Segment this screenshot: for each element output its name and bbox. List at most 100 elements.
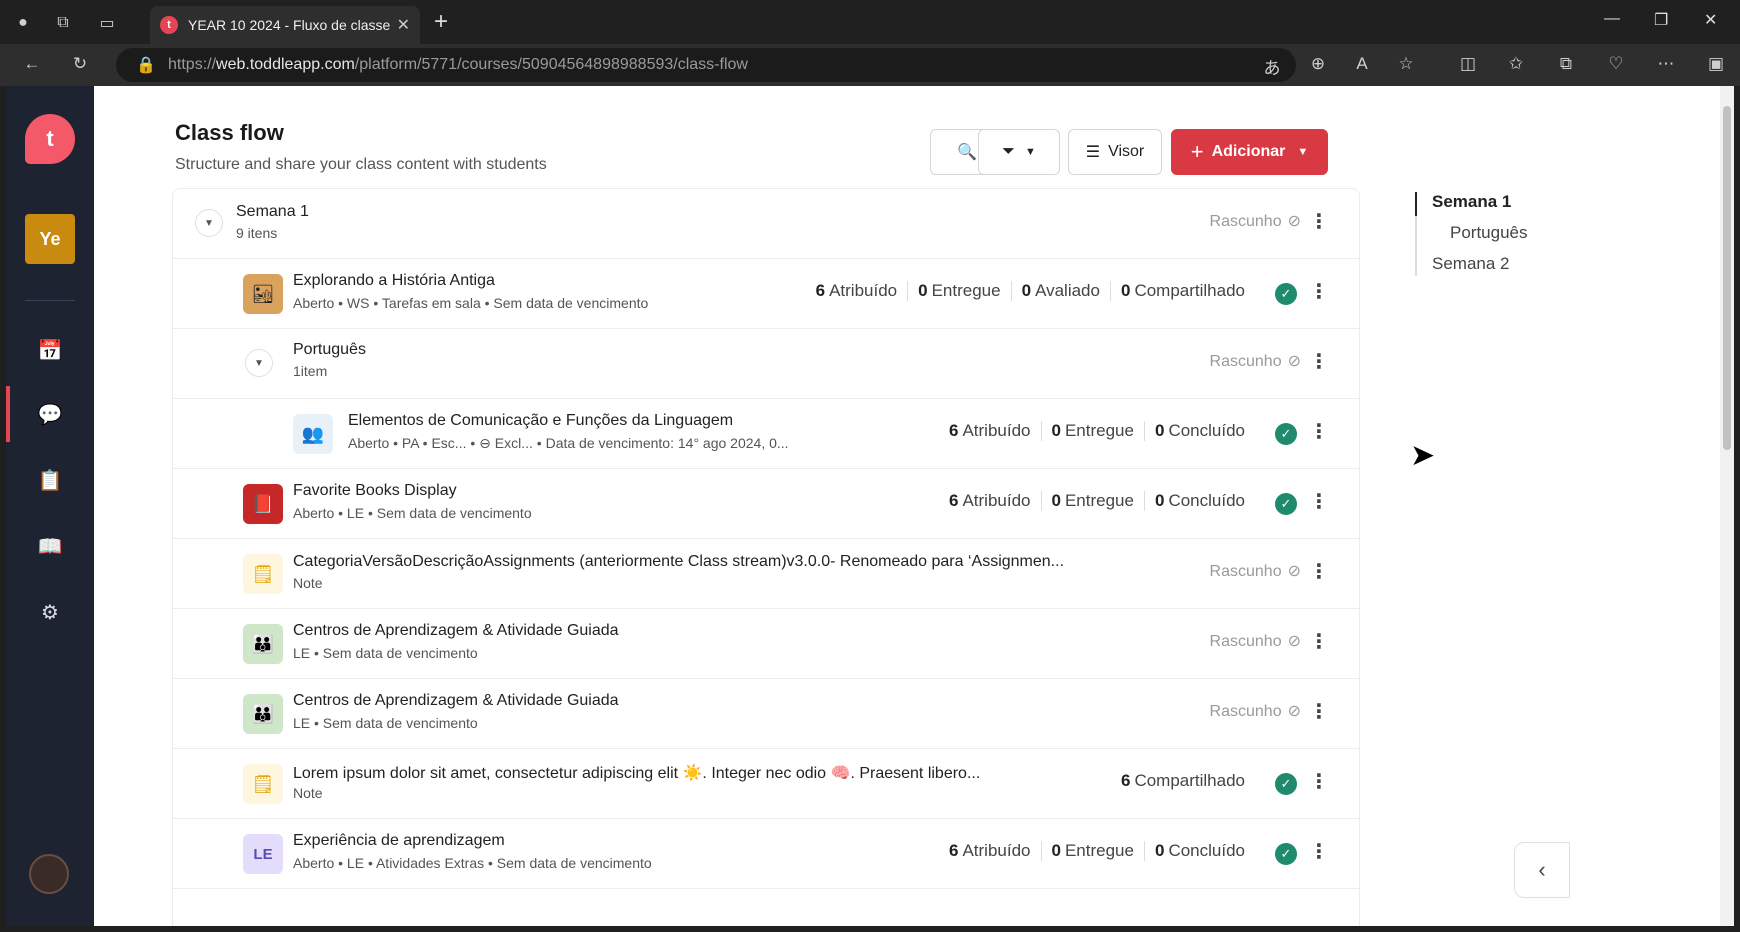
health-icon[interactable]: ♡ [1604,54,1628,74]
url-path: /platform/5771/courses/50904564898988593… [354,56,748,73]
list-item[interactable]: 👪 Centros de Aprendizagem & Atividade Gu… [173,609,1359,679]
plus-icon: + [1190,139,1204,164]
favorite-star-icon[interactable]: ☆ [1394,54,1418,74]
filter-button[interactable]: ⏷ ▼ [978,129,1060,175]
more-options-icon[interactable]: ⋮ [1309,559,1329,584]
list-item[interactable]: 🏜 Explorando a História Antiga Aberto • … [173,259,1359,329]
item-meta: LE • Sem data de vencimento [293,645,478,661]
item-title: Experiência de aprendizagem [293,832,505,849]
status-draft: Rascunho ⊘ [1204,351,1301,371]
more-options-icon[interactable]: ⋮ [1309,489,1329,514]
favorites-icon[interactable]: ✩ [1504,54,1528,74]
collapse-caret-icon[interactable]: ▼ [195,209,223,237]
class-flow-icon[interactable]: 💬 [34,398,66,430]
browser-tab[interactable]: t YEAR 10 2024 - Fluxo de classe ✕ [150,6,420,44]
sidebar-toggle-icon[interactable]: ▣ [1704,54,1728,74]
sidebar-divider [25,300,75,301]
toc-item-semana-1[interactable]: Semana 1 [1432,192,1511,212]
item-stats: 6 Atribuído 0 Entregue 0 Concluído [939,421,1255,441]
list-item[interactable]: 🗒 Lorem ipsum dolor sit amet, consectetu… [173,749,1359,819]
profile-avatar-icon[interactable]: ● [10,10,36,36]
user-avatar[interactable] [29,854,69,894]
minimize-icon[interactable]: — [1604,10,1620,28]
more-options-icon[interactable]: ⋮ [1309,839,1329,864]
stat: 0 Avaliado [1010,281,1110,301]
chevron-down-icon: ▼ [1297,146,1309,158]
scrollbar-thumb[interactable] [1723,106,1731,450]
page-subtitle: Structure and share your class content w… [175,156,547,173]
tab-actions-icon[interactable]: ▭ [94,10,120,36]
address-bar[interactable]: 🔒 https://web.toddleapp.com/platform/577… [116,48,1296,82]
subsection-count: 1item [293,363,328,379]
url-prefix: https:// [168,56,217,73]
list-item[interactable]: 🗒 CategoriaVersãoDescriçãoAssignments (a… [173,539,1359,609]
page-viewport: t Ye 📅 💬 📋 📖 ⚙ Class flow Structure and … [6,86,1734,926]
collections-icon[interactable]: ⧉ [1554,54,1578,74]
refresh-icon[interactable]: ↻ [68,54,92,74]
subsection-row[interactable]: ▼ Português 1item Rascunho ⊘ ⋮ [173,329,1359,399]
more-icon[interactable]: ⋯ [1654,54,1678,74]
pyramid-thumbnail: 🏜 [243,274,283,314]
le-thumbnail: LE [243,834,283,874]
item-stats: 6 Atribuído 0 Entregue 0 Concluído [939,841,1255,861]
draft-icon: ⊘ [1287,353,1301,370]
published-check-icon: ✓ [1275,773,1297,795]
note-icon: 🗒 [243,764,283,804]
library-icon[interactable]: 📖 [34,530,66,562]
learning-centers-thumbnail: 👪 [243,694,283,734]
toc-item-semana-2[interactable]: Semana 2 [1432,254,1510,274]
workspaces-icon[interactable]: ⧉ [50,10,76,36]
read-aloud-icon[interactable]: A [1350,54,1374,74]
toc-item-portugues[interactable]: Português [1450,223,1528,243]
zoom-icon[interactable]: ⊕ [1306,54,1330,74]
calendar-icon[interactable]: 📅 [34,334,66,366]
active-indicator [6,386,10,442]
split-screen-icon[interactable]: ◫ [1456,54,1480,74]
visor-button[interactable]: ☰ Visor [1068,129,1162,175]
more-options-icon[interactable]: ⋮ [1309,349,1329,374]
list-item[interactable]: 📕 Favorite Books Display Aberto • LE • S… [173,469,1359,539]
item-title: Centros de Aprendizagem & Atividade Guia… [293,622,619,639]
collapse-panel-button[interactable]: ‹ [1514,842,1570,898]
list-item[interactable]: 👪 Centros de Aprendizagem & Atividade Gu… [173,679,1359,749]
more-options-icon[interactable]: ⋮ [1309,769,1329,794]
settings-gear-icon[interactable]: ⚙ [34,596,66,628]
list-item[interactable]: 👥 Elementos de Comunicação e Funções da … [173,399,1359,469]
gradebook-icon[interactable]: 📋 [34,464,66,496]
search-icon: 🔍 [957,144,977,161]
item-meta: Note [293,575,323,591]
toddle-logo[interactable]: t [25,114,75,164]
item-meta: Aberto • WS • Tarefas em sala • Sem data… [293,295,649,311]
more-options-icon[interactable]: ⋮ [1309,629,1329,654]
status-draft: Rascunho ⊘ [1204,561,1301,581]
status-label: Rascunho [1209,213,1282,230]
page-scrollbar[interactable] [1720,86,1734,926]
mouse-cursor-icon: ➤ [1410,439,1436,472]
more-options-icon[interactable]: ⋮ [1309,699,1329,724]
translate-icon[interactable]: あ [1260,54,1284,79]
chevron-left-icon: ‹ [1538,857,1546,882]
section-row[interactable]: ▼ Semana 1 9 itens Rascunho ⊘ ⋮ [173,189,1359,259]
section-count: 9 itens [236,225,278,241]
tab-title: YEAR 10 2024 - Fluxo de classe [188,17,391,33]
collapse-caret-icon[interactable]: ▼ [245,349,273,377]
close-tab-icon[interactable]: ✕ [397,15,410,35]
add-button[interactable]: + Adicionar ▼ [1171,129,1328,175]
new-tab-icon[interactable]: + [434,10,448,34]
draft-icon: ⊘ [1287,563,1301,580]
class-badge[interactable]: Ye [25,214,75,264]
draft-icon: ⊘ [1287,633,1301,650]
more-options-icon[interactable]: ⋮ [1309,279,1329,304]
more-options-icon[interactable]: ⋮ [1309,419,1329,444]
list-item[interactable]: LE Experiência de aprendizagem Aberto • … [173,819,1359,889]
item-title: Lorem ipsum dolor sit amet, consectetur … [293,765,981,782]
restore-icon[interactable]: ❐ [1654,10,1668,30]
more-options-icon[interactable]: ⋮ [1309,209,1329,234]
close-window-icon[interactable]: ✕ [1704,10,1717,30]
item-meta: Note [293,785,323,801]
item-stats: 6 Compartilhado [1120,771,1245,790]
back-icon[interactable]: ← [20,54,44,74]
item-stats: 6 Atribuído 0 Entregue 0 Avaliado 0 Comparti… [806,281,1255,301]
note-icon: 🗒 [243,554,283,594]
filter-icon: ⏷ [1002,143,1015,160]
